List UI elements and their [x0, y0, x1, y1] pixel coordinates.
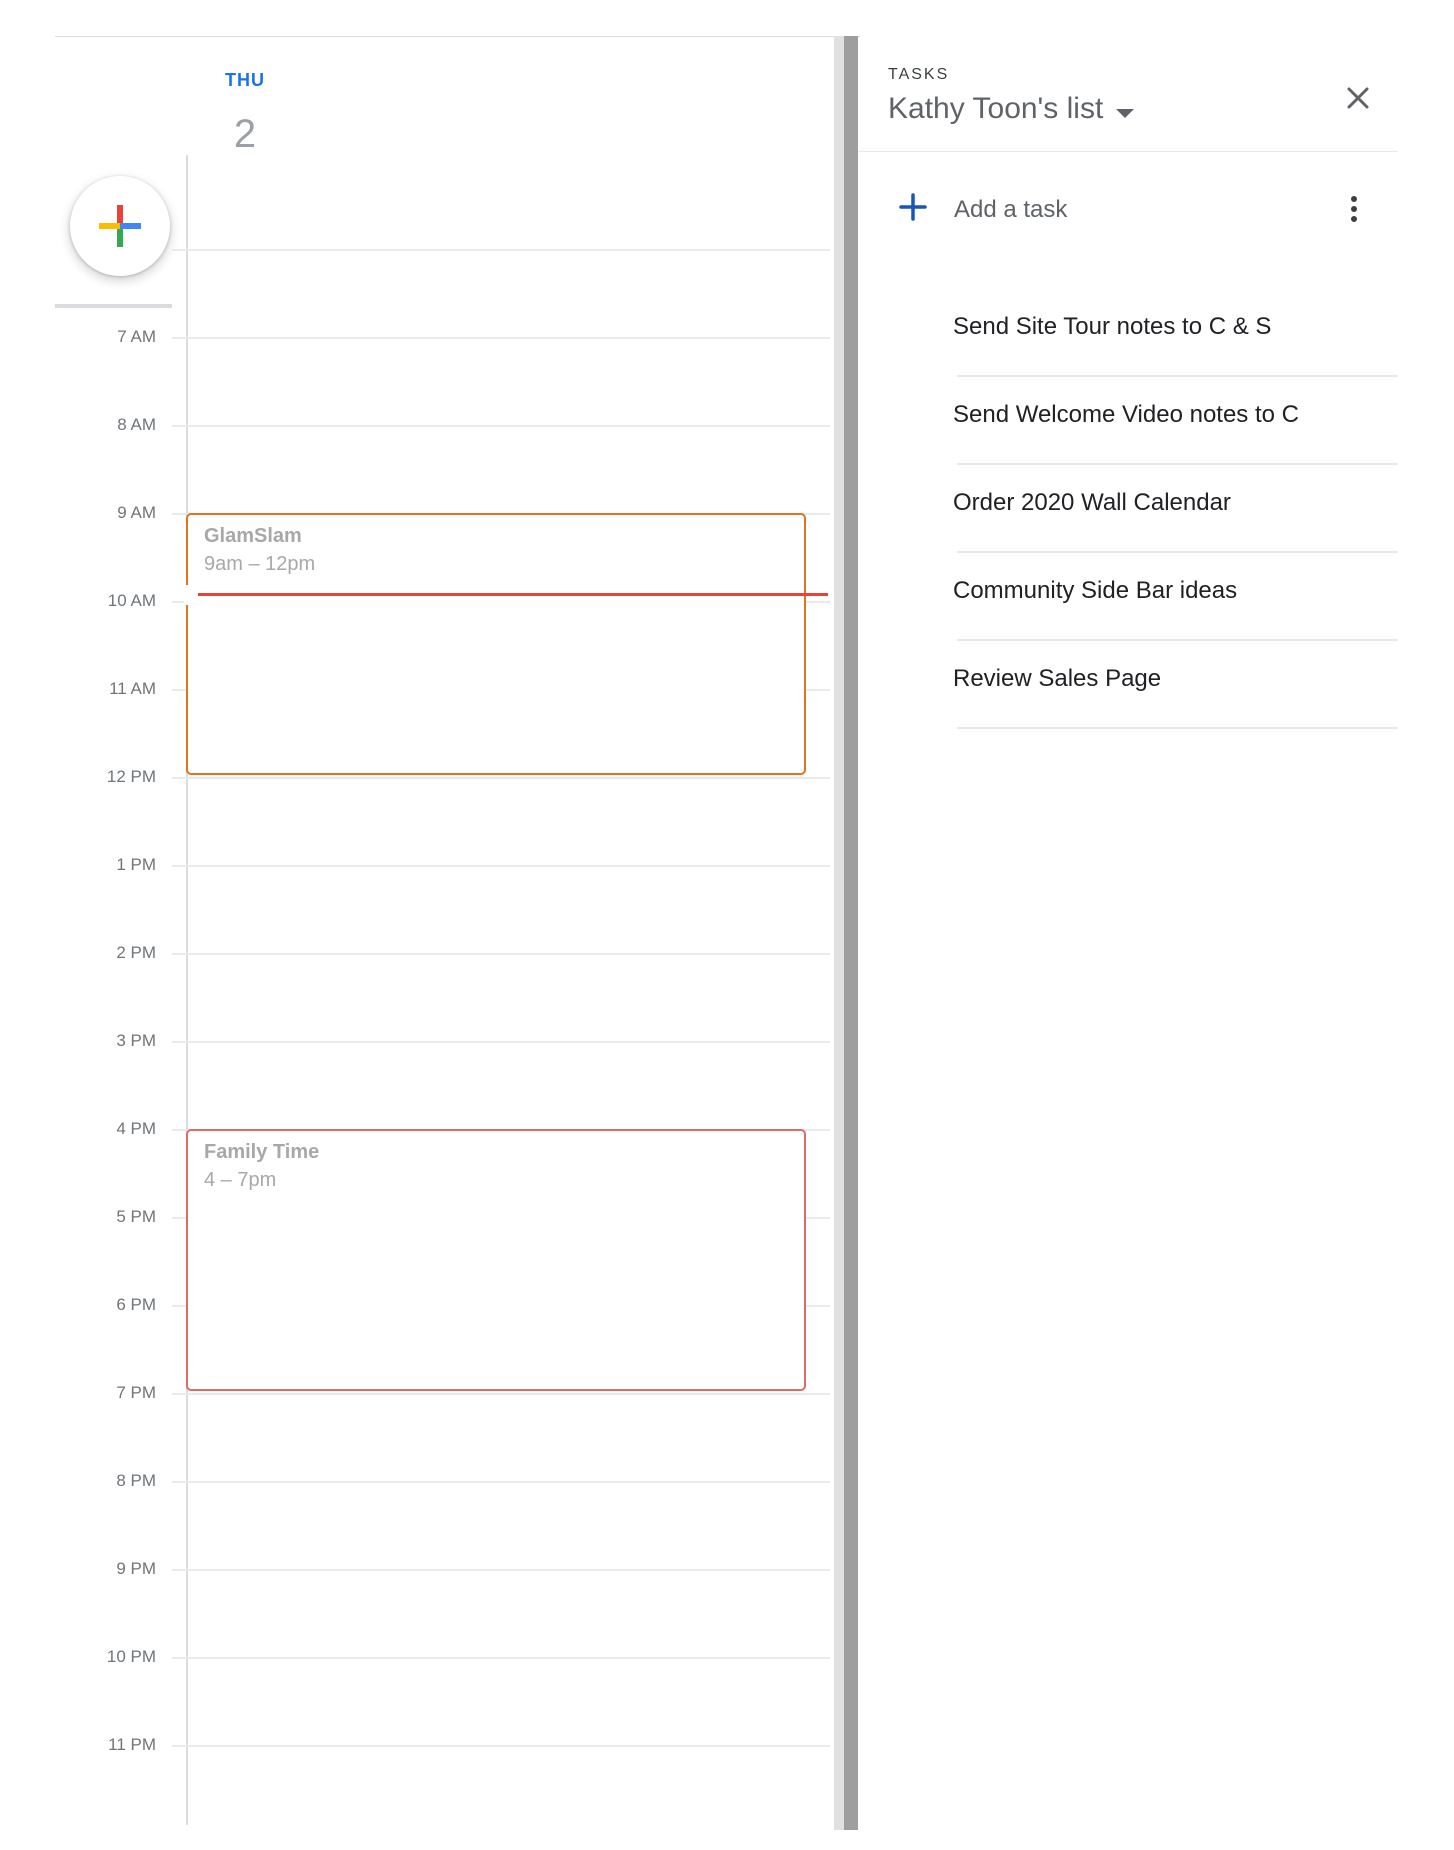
hour-label: 8 PM — [116, 1471, 156, 1490]
tasks-section-label: TASKS — [888, 66, 950, 83]
hour-label: 9 AM — [117, 503, 156, 522]
hour-label: 7 PM — [116, 1383, 156, 1402]
task-label: Send Site Tour notes to C & S — [953, 313, 1272, 340]
hour-line — [172, 249, 830, 251]
hour-line — [172, 1657, 830, 1659]
task-label: Review Sales Page — [953, 665, 1162, 692]
task-label: Order 2020 Wall Calendar — [953, 489, 1231, 516]
task-item[interactable]: Send Welcome Video notes to C — [953, 379, 1398, 465]
add-task-label: Add a task — [954, 196, 1068, 223]
event-title: Family Time — [204, 1141, 320, 1163]
add-task-button[interactable]: Add a task — [888, 182, 1378, 238]
hour-line — [172, 425, 830, 427]
hour-label: 10 PM — [106, 1647, 156, 1666]
hour-label: 6 PM — [116, 1295, 156, 1314]
hour-line — [172, 1041, 830, 1043]
task-item[interactable]: Send Site Tour notes to C & S — [953, 291, 1398, 377]
task-divider — [957, 639, 1398, 641]
chevron-down-icon[interactable] — [1116, 109, 1134, 118]
create-button[interactable] — [70, 176, 170, 276]
event-time: 9am – 12pm — [204, 553, 316, 575]
hour-line — [172, 1745, 830, 1747]
task-divider — [957, 727, 1398, 729]
hour-label: 8 AM — [117, 415, 156, 434]
task-item[interactable]: Order 2020 Wall Calendar — [953, 467, 1398, 553]
hour-label: 9 PM — [116, 1559, 156, 1578]
day-number[interactable]: 2 — [205, 112, 285, 157]
event-time: 4 – 7pm — [204, 1169, 277, 1191]
current-time-indicator — [198, 593, 828, 596]
hour-label: 11 AM — [109, 679, 156, 698]
calendar-event[interactable]: GlamSlam 9am – 12pm — [186, 513, 806, 775]
hour-line — [172, 1393, 830, 1395]
hour-label: 5 PM — [116, 1207, 156, 1226]
task-label: Send Welcome Video notes to C — [953, 401, 1299, 428]
close-icon[interactable] — [1338, 78, 1378, 118]
calendar-event[interactable]: Family Time 4 – 7pm — [186, 1129, 806, 1391]
task-divider — [957, 463, 1398, 465]
hour-line — [172, 1569, 830, 1571]
hour-line — [172, 865, 830, 867]
task-label: Community Side Bar ideas — [953, 577, 1238, 604]
task-divider — [957, 551, 1398, 553]
panel-resize-handle[interactable] — [834, 36, 858, 1830]
task-divider — [957, 375, 1398, 377]
hour-label: 1 PM — [116, 855, 156, 874]
hour-label: 10 AM — [107, 591, 156, 610]
header-divider — [858, 151, 1398, 152]
hour-line — [172, 337, 830, 339]
hour-label: 12 PM — [106, 767, 156, 786]
google-plus-icon — [99, 205, 141, 247]
hour-line — [172, 1481, 830, 1483]
current-time-gap — [184, 585, 194, 605]
hour-label: 3 PM — [116, 1031, 156, 1050]
hour-label: 7 AM — [117, 327, 156, 346]
hour-label: 2 PM — [116, 943, 156, 962]
plus-icon — [899, 193, 927, 221]
tasks-panel: TASKS Kathy Toon's list Add a task Send … — [858, 36, 1398, 1830]
task-item[interactable]: Review Sales Page — [953, 643, 1398, 729]
weekday-label[interactable]: THU — [205, 70, 285, 91]
all-day-divider — [55, 304, 172, 308]
task-list-selector[interactable]: Kathy Toon's list — [888, 92, 1103, 126]
day-column-border — [186, 155, 188, 1825]
top-divider — [55, 36, 860, 37]
calendar-day-view: THU 2 7 AM 8 AM 9 AM 10 AM 11 AM 12 PM 1 PM 2 P… — [0, 0, 860, 1850]
task-item[interactable]: Community Side Bar ideas — [953, 555, 1398, 641]
event-title: GlamSlam — [204, 525, 302, 547]
hour-line — [172, 777, 830, 779]
more-options-icon[interactable] — [1340, 192, 1368, 228]
hour-label: 4 PM — [116, 1119, 156, 1138]
hour-label: 11 PM — [108, 1735, 156, 1754]
hour-line — [172, 953, 830, 955]
